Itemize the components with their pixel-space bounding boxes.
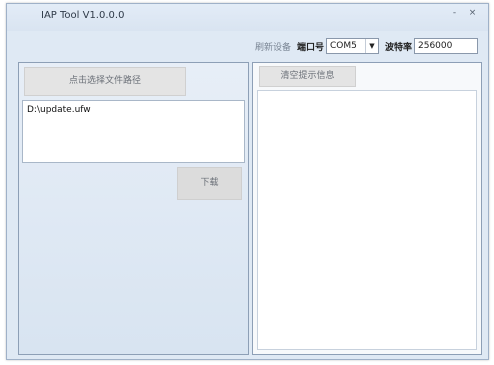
connection-toolbar: 刷新设备 端口号 COM5 ▼ 波特率 256000 bbox=[7, 31, 488, 63]
baud-rate-value: 256000 bbox=[418, 41, 453, 51]
dropdown-arrow-icon[interactable]: ▼ bbox=[364, 39, 378, 53]
select-file-path-button[interactable]: 点击选择文件路径 bbox=[24, 67, 186, 96]
refresh-devices-link[interactable]: 刷新设备 bbox=[255, 40, 291, 53]
close-button[interactable]: × bbox=[465, 7, 480, 20]
port-select-value: COM5 bbox=[329, 41, 357, 51]
message-log[interactable] bbox=[257, 90, 477, 350]
port-select[interactable]: COM5 ▼ bbox=[325, 38, 379, 54]
file-panel: 点击选择文件路径 D:\update.ufw 下载 bbox=[18, 62, 249, 355]
message-panel: 清空提示信息 bbox=[252, 62, 482, 355]
port-label: 端口号 bbox=[296, 42, 324, 53]
baud-label: 波特率 bbox=[384, 42, 412, 53]
window-controls: - × bbox=[447, 7, 480, 20]
window-title: IAP Tool V1.0.0.0 bbox=[41, 10, 125, 21]
baud-rate-input[interactable]: 256000 bbox=[414, 38, 478, 54]
connection-settings: 刷新设备 端口号 COM5 ▼ 波特率 256000 bbox=[255, 37, 478, 55]
clear-messages-button[interactable]: 清空提示信息 bbox=[259, 66, 356, 87]
minimize-button[interactable]: - bbox=[447, 7, 462, 20]
app-window: IAP Tool V1.0.0.0 - × 刷新设备 端口号 COM5 ▼ 波特… bbox=[6, 3, 489, 360]
file-path-textbox[interactable]: D:\update.ufw bbox=[22, 100, 245, 163]
title-bar: IAP Tool V1.0.0.0 - × bbox=[7, 4, 488, 31]
download-button[interactable]: 下载 bbox=[177, 167, 242, 200]
